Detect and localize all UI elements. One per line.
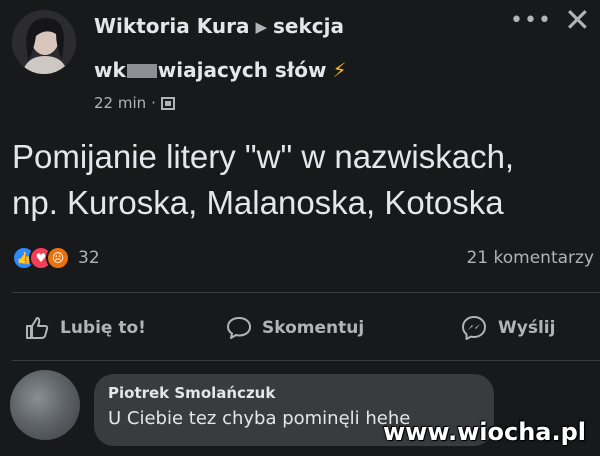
post-text-line-1: Pomijanie litery "w" w nazwiskach, <box>12 138 515 175</box>
post-time[interactable]: 22 min <box>94 94 146 112</box>
comment-button-label: Skomentuj <box>262 318 365 338</box>
group-name-part2b: wiajacych słów <box>157 58 327 82</box>
group-name-part1[interactable]: sekcja <box>273 14 344 38</box>
like-button[interactable]: Lubię to! <box>24 310 146 346</box>
like-button-label: Lubię to! <box>60 318 146 338</box>
messenger-icon <box>462 316 486 340</box>
comment-button[interactable]: Skomentuj <box>226 310 364 346</box>
meta-separator: · <box>151 94 156 112</box>
angry-reaction-icon: ☹ <box>46 246 70 270</box>
group-name[interactable]: wk wiajacych słów ⚡ <box>94 58 347 82</box>
arrow-right-icon: ▶ <box>255 18 267 36</box>
group-privacy-icon <box>160 96 175 110</box>
author-name[interactable]: Wiktoria Kura <box>94 14 249 38</box>
post-text: Pomijanie litery "w" w nazwiskach, np. K… <box>12 134 592 226</box>
post-meta: 22 min · <box>94 94 175 112</box>
watermark: www.wiocha.pl <box>382 418 586 446</box>
more-horizontal-icon[interactable]: ••• <box>510 8 552 33</box>
comment-text: U Ciebie tez chyba pominęli hehe <box>108 408 411 429</box>
comment-author[interactable]: Piotrek Smolańczuk <box>108 384 275 402</box>
post-text-line-2: np. Kuroska, Malanoska, Kotoska <box>12 184 504 221</box>
group-name-part2a: wk <box>94 58 126 82</box>
censor-bar <box>126 64 157 78</box>
divider <box>12 360 600 361</box>
divider <box>12 292 600 293</box>
avatar-image <box>12 10 76 74</box>
author-group-line: Wiktoria Kura ▶ sekcja <box>94 14 344 38</box>
share-button[interactable]: Wyślij <box>460 310 555 346</box>
close-icon[interactable]: ✕ <box>564 4 591 36</box>
comment-bubble-icon <box>227 317 251 339</box>
commenter-avatar[interactable] <box>10 370 80 440</box>
comments-count[interactable]: 21 komentarzy <box>466 248 594 268</box>
post-card: Wiktoria Kura ▶ sekcja wk wiajacych słów… <box>0 0 600 456</box>
share-button-label: Wyślij <box>498 318 556 338</box>
thumbs-up-icon <box>26 317 49 339</box>
author-avatar[interactable] <box>12 10 76 74</box>
lightning-icon: ⚡ <box>332 58 347 82</box>
reaction-count: 32 <box>78 248 100 268</box>
reactions-summary[interactable]: 👍 ♥ ☹ 32 <box>12 246 100 270</box>
